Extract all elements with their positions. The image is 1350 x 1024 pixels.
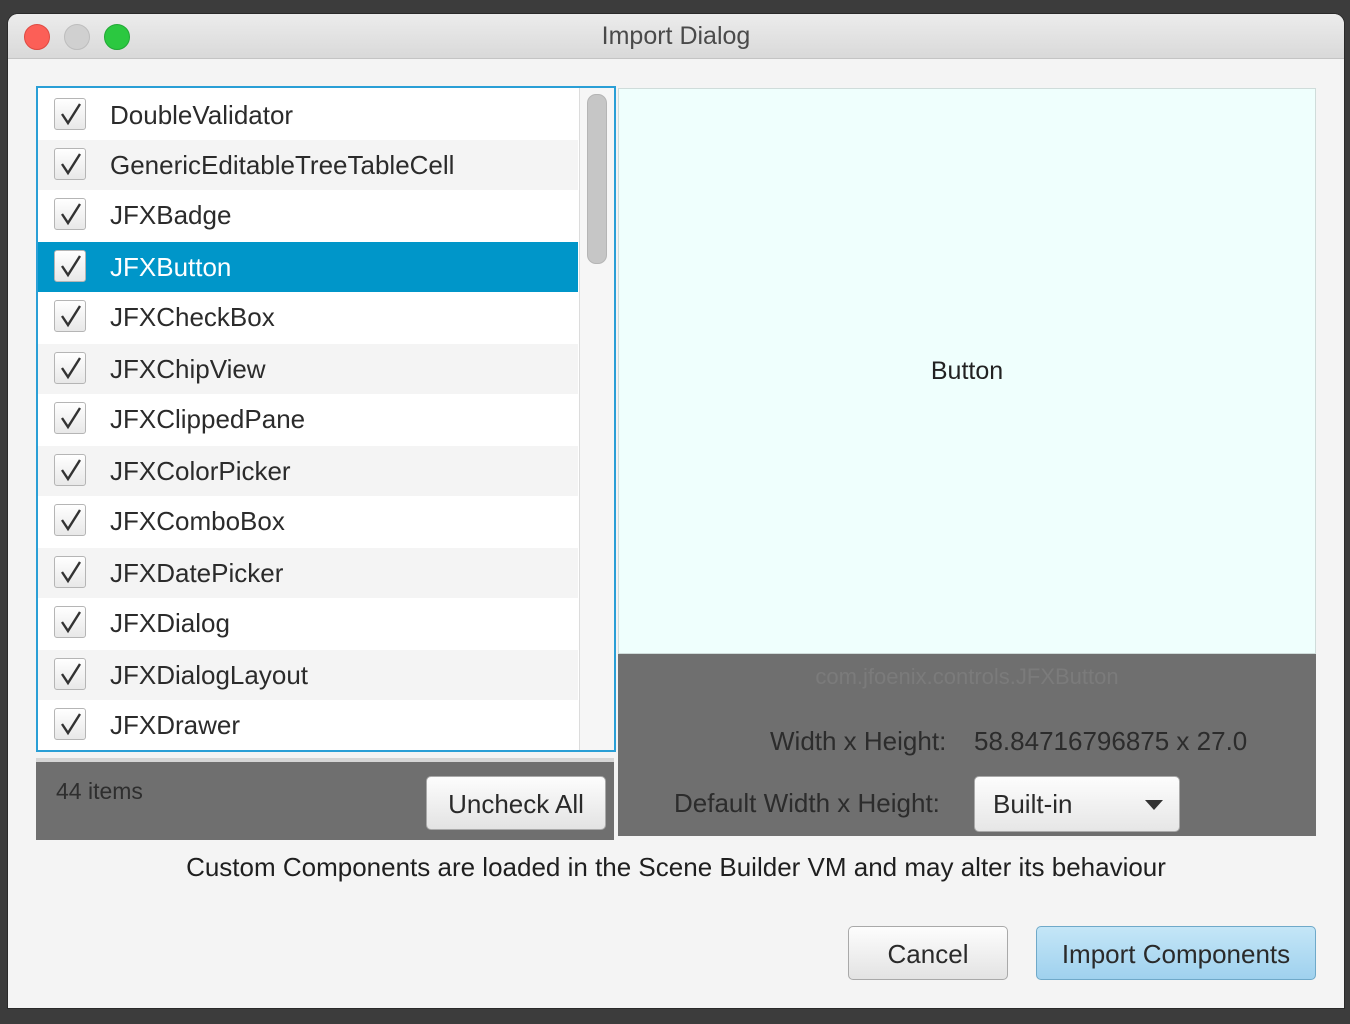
list-item-label: JFXDrawer xyxy=(110,710,241,740)
default-size-value: Built-in xyxy=(993,789,1073,819)
preview-component-label: Button xyxy=(930,357,1004,385)
list-item-label: JFXBadge xyxy=(110,200,232,230)
item-checkbox[interactable] xyxy=(54,198,86,230)
list-footer: 44 items Uncheck All xyxy=(36,758,614,840)
list-item-label: JFXChipView xyxy=(110,354,266,384)
chevron-down-icon xyxy=(1145,800,1163,810)
checkmark-icon xyxy=(61,203,82,226)
checkmark-icon xyxy=(61,153,82,176)
item-checkbox[interactable] xyxy=(54,658,86,690)
scrollbar-thumb[interactable] xyxy=(587,94,607,264)
item-checkbox[interactable] xyxy=(54,352,86,384)
component-preview: Button xyxy=(618,88,1316,654)
item-count: 44 items xyxy=(56,778,143,804)
window-title: Import Dialog xyxy=(601,22,751,50)
list-item[interactable]: JFXColorPicker xyxy=(38,446,578,496)
default-size-select[interactable]: Built-in xyxy=(974,776,1180,832)
list-item-label: JFXClippedPane xyxy=(110,404,306,434)
checkmark-icon xyxy=(61,459,82,482)
item-checkbox[interactable] xyxy=(54,454,86,486)
list-item[interactable]: DoubleValidator xyxy=(38,90,578,140)
list-item-label: JFXComboBox xyxy=(110,506,285,536)
checkmark-icon xyxy=(61,255,82,278)
component-info-panel: com.jfoenix.controls.JFXButton Width x H… xyxy=(618,654,1316,836)
checkmark-icon xyxy=(61,663,82,686)
list-item-label: DoubleValidator xyxy=(110,100,294,130)
item-checkbox[interactable] xyxy=(54,148,86,180)
import-components-button[interactable]: Import Components xyxy=(1036,926,1316,980)
list-item[interactable]: JFXButton xyxy=(38,242,578,292)
item-checkbox[interactable] xyxy=(54,504,86,536)
checkmark-icon xyxy=(61,561,82,584)
width-height-value: 58.84716796875 x 27.0 xyxy=(974,726,1248,756)
item-checkbox[interactable] xyxy=(54,708,86,740)
list-item-label: JFXCheckBox xyxy=(110,302,275,332)
list-item[interactable]: JFXDialog xyxy=(38,598,578,648)
list-scrollbar[interactable] xyxy=(579,88,614,750)
list-item-label: JFXDialog xyxy=(110,608,230,638)
checkmark-icon xyxy=(61,611,82,634)
list-item-label: JFXDialogLayout xyxy=(110,660,308,690)
list-item[interactable]: JFXCheckBox xyxy=(38,292,578,342)
uncheck-all-button[interactable]: Uncheck All xyxy=(426,776,606,830)
checkmark-icon xyxy=(61,407,82,430)
list-item[interactable]: JFXClippedPane xyxy=(38,394,578,444)
list-item[interactable]: JFXComboBox xyxy=(38,496,578,546)
import-dialog-window: Import Dialog DoubleValidator GenericEdit… xyxy=(8,14,1344,1008)
list-item[interactable]: JFXDrawer xyxy=(38,700,578,750)
component-class-name: com.jfoenix.controls.JFXButton xyxy=(815,664,1119,689)
item-checkbox[interactable] xyxy=(54,606,86,638)
width-height-label: Width x Height: xyxy=(770,726,947,756)
cancel-button[interactable]: Cancel xyxy=(848,926,1008,980)
item-checkbox[interactable] xyxy=(54,250,86,282)
list-item[interactable]: JFXChipView xyxy=(38,344,578,394)
list-item[interactable]: JFXDialogLayout xyxy=(38,650,578,700)
item-checkbox[interactable] xyxy=(54,300,86,332)
default-width-height-label: Default Width x Height: xyxy=(674,788,940,818)
list-item[interactable]: JFXDatePicker xyxy=(38,548,578,598)
item-checkbox[interactable] xyxy=(54,402,86,434)
item-checkbox[interactable] xyxy=(54,98,86,130)
list-item[interactable]: GenericEditableTreeTableCell xyxy=(38,140,578,190)
checkmark-icon xyxy=(61,509,82,532)
list-item[interactable]: JFXBadge xyxy=(38,190,578,240)
checkmark-icon xyxy=(61,357,82,380)
list-item-label: JFXDatePicker xyxy=(110,558,284,588)
warning-message: Custom Components are loaded in the Scen… xyxy=(186,852,1166,882)
checkmark-icon xyxy=(61,713,82,736)
list-item-label: JFXColorPicker xyxy=(110,456,291,486)
component-list[interactable]: DoubleValidator GenericEditableTreeTableC… xyxy=(36,86,616,752)
checkmark-icon xyxy=(61,305,82,328)
list-item-label: JFXButton xyxy=(110,252,232,282)
list-item-label: GenericEditableTreeTableCell xyxy=(110,150,455,180)
checkmark-icon xyxy=(61,103,82,126)
item-checkbox[interactable] xyxy=(54,556,86,588)
title-bar[interactable]: Import Dialog xyxy=(8,14,1344,59)
